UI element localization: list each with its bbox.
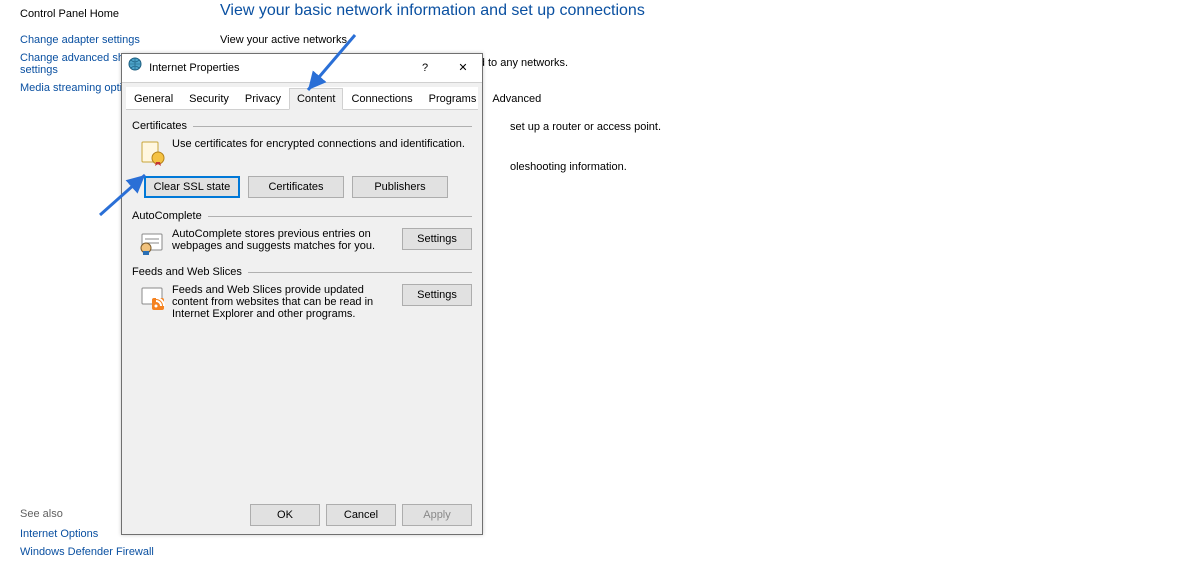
group-feeds: Feeds and Web Slices [132,266,472,278]
group-certificates-label: Certificates [132,120,193,132]
dialog-title-bar[interactable]: Internet Properties ? ✕ [122,54,482,83]
dialog-title-text: Internet Properties [149,62,240,74]
dialog-body: Certificates Use certificates for encryp… [122,110,482,502]
apply-button[interactable]: Apply [402,504,472,526]
dialog-footer: OK Cancel Apply [250,504,472,526]
close-button[interactable]: ✕ [444,54,482,82]
ok-button[interactable]: OK [250,504,320,526]
sidebar-link-adapter[interactable]: Change adapter settings [20,34,180,46]
feeds-settings-button[interactable]: Settings [402,284,472,306]
page-title: View your basic network information and … [220,0,661,20]
tab-content[interactable]: Content [289,88,344,110]
clear-ssl-state-button[interactable]: Clear SSL state [144,176,240,198]
tab-advanced[interactable]: Advanced [484,88,549,110]
group-autocomplete: AutoComplete [132,210,472,222]
internet-properties-dialog: Internet Properties ? ✕ General Security… [121,53,483,535]
help-button[interactable]: ? [406,54,444,82]
sidebar-link-firewall[interactable]: Windows Defender Firewall [20,546,154,558]
feeds-icon [132,284,172,320]
autocomplete-icon [132,228,172,256]
autocomplete-settings-button[interactable]: Settings [402,228,472,250]
tab-programs[interactable]: Programs [421,88,485,110]
internet-options-icon [128,54,142,82]
control-panel-home[interactable]: Control Panel Home [20,8,180,20]
group-feeds-label: Feeds and Web Slices [132,266,248,278]
tab-connections[interactable]: Connections [343,88,420,110]
group-autocomplete-label: AutoComplete [132,210,208,222]
autocomplete-desc: AutoComplete stores previous entries on … [172,228,402,256]
certificate-icon [132,138,172,166]
feeds-desc: Feeds and Web Slices provide updated con… [172,284,402,320]
tab-privacy[interactable]: Privacy [237,88,289,110]
certificates-desc: Use certificates for encrypted connectio… [172,138,472,166]
active-networks-heading: View your active networks [220,34,661,46]
tab-security[interactable]: Security [181,88,237,110]
tab-general[interactable]: General [126,88,181,110]
group-certificates: Certificates [132,120,472,132]
certificates-button[interactable]: Certificates [248,176,344,198]
cancel-button[interactable]: Cancel [326,504,396,526]
dialog-tabs: General Security Privacy Content Connect… [126,87,478,110]
publishers-button[interactable]: Publishers [352,176,448,198]
